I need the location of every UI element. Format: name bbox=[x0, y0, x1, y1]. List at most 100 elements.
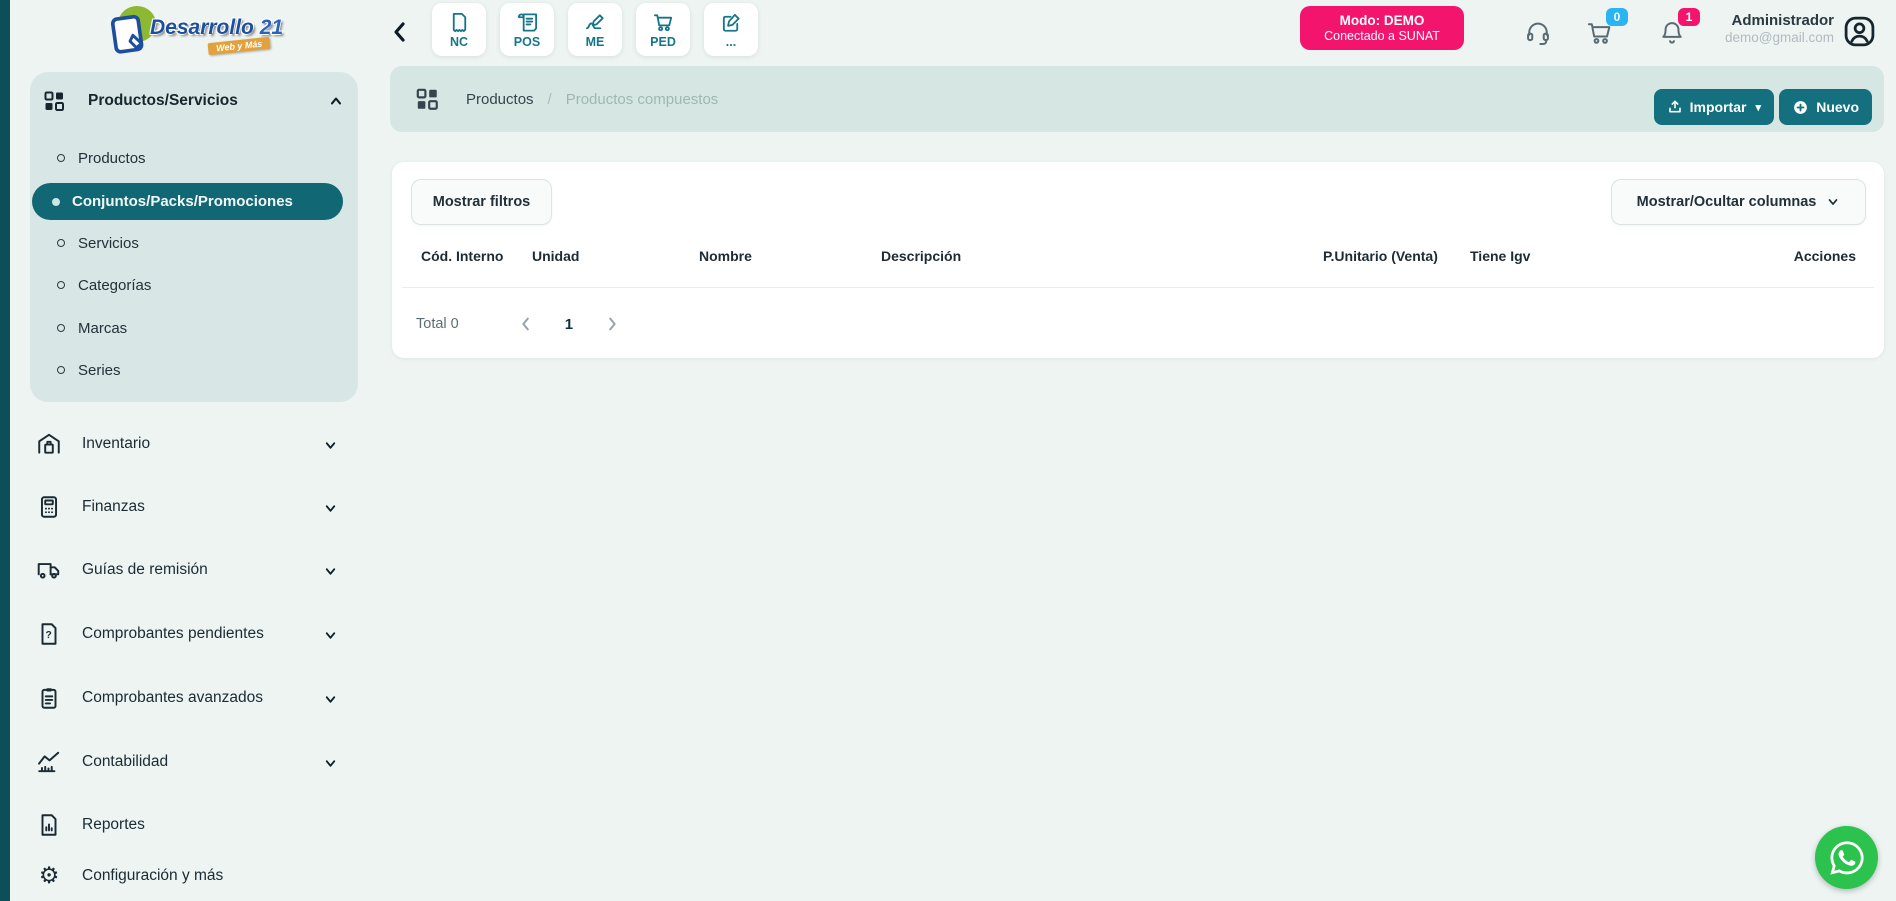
mode-badge-title: Modo: DEMO bbox=[1340, 13, 1425, 29]
chevron-down-icon[interactable] bbox=[323, 438, 338, 453]
sidebar-item-label: Comprobantes pendientes bbox=[82, 625, 264, 643]
app-logo[interactable]: Desarrollo 21 Web y Más bbox=[100, 4, 300, 60]
column-header-descripcion: Descripción bbox=[881, 248, 961, 264]
pagination: Total 0 1 bbox=[416, 308, 621, 340]
sidebar-item-servicios[interactable]: Servicios bbox=[44, 225, 344, 261]
avatar-icon[interactable] bbox=[1842, 14, 1877, 49]
sidebar-group-label: Productos/Servicios bbox=[88, 92, 238, 110]
notifications-button[interactable]: 1 bbox=[1658, 19, 1686, 47]
credit-note-icon bbox=[448, 11, 471, 34]
svg-text:?: ? bbox=[46, 630, 52, 641]
new-button-label: Nuevo bbox=[1816, 99, 1859, 115]
sidebar-item-reportes[interactable]: Reportes bbox=[26, 805, 356, 845]
column-header-cod-interno: Cód. Interno bbox=[421, 248, 503, 264]
quick-action-label: PED bbox=[650, 35, 676, 49]
quick-action-more[interactable]: ... bbox=[704, 3, 758, 56]
sidebar-item-label: Comprobantes avanzados bbox=[82, 689, 263, 707]
table-divider bbox=[402, 287, 1874, 288]
document-question-icon: ? bbox=[36, 621, 62, 647]
breadcrumb: Productos / Productos compuestos bbox=[414, 66, 718, 132]
import-button[interactable]: Importar ▾ bbox=[1654, 89, 1774, 125]
show-hide-columns-button[interactable]: Mostrar/Ocultar columnas bbox=[1611, 179, 1866, 225]
sidebar-item-conjuntos-packs-promociones[interactable]: Conjuntos/Packs/Promociones bbox=[32, 183, 343, 220]
chevron-up-icon[interactable] bbox=[328, 93, 344, 109]
logo-text-main: Desarrollo bbox=[150, 16, 254, 39]
sidebar-item-categorias[interactable]: Categorías bbox=[44, 267, 344, 303]
quick-action-nc[interactable]: NC bbox=[432, 3, 486, 56]
column-header-nombre: Nombre bbox=[699, 248, 752, 264]
sidebar-item-label: Inventario bbox=[82, 435, 150, 453]
whatsapp-icon bbox=[1828, 839, 1866, 877]
new-button[interactable]: Nuevo bbox=[1779, 89, 1872, 125]
column-header-punitario: P.Unitario (Venta) bbox=[1323, 248, 1438, 264]
sidebar-item-contabilidad[interactable]: Contabilidad bbox=[26, 742, 356, 782]
truck-icon bbox=[36, 557, 62, 583]
signature-icon bbox=[584, 11, 607, 34]
pagination-prev-icon[interactable] bbox=[517, 315, 535, 333]
sidebar-item-configuracion[interactable]: ⚙ Configuración y más bbox=[26, 856, 356, 896]
cart-button[interactable]: 0 bbox=[1586, 19, 1614, 47]
sidebar-item-label: Categorías bbox=[78, 277, 151, 294]
show-filters-button[interactable]: Mostrar filtros bbox=[411, 179, 552, 225]
bullet-icon bbox=[57, 154, 65, 162]
sidebar-item-label: Servicios bbox=[78, 235, 139, 252]
sidebar-item-marcas[interactable]: Marcas bbox=[44, 310, 344, 346]
sidebar-item-comprobantes-pendientes[interactable]: ? Comprobantes pendientes bbox=[26, 614, 356, 654]
sidebar-item-label: Reportes bbox=[82, 816, 145, 834]
breadcrumb-item-productos[interactable]: Productos bbox=[466, 91, 534, 108]
quick-action-label: POS bbox=[514, 35, 540, 49]
clipboard-icon bbox=[36, 685, 62, 711]
whatsapp-button[interactable] bbox=[1815, 826, 1878, 889]
quick-action-label: NC bbox=[450, 35, 468, 49]
sidebar-item-guias-de-remision[interactable]: Guías de remisión bbox=[26, 550, 356, 590]
bullet-icon bbox=[57, 366, 65, 374]
chart-icon bbox=[36, 749, 62, 775]
collapse-sidebar-icon[interactable] bbox=[390, 20, 410, 44]
gear-icon: ⚙ bbox=[36, 863, 62, 889]
quick-action-ped[interactable]: PED bbox=[636, 3, 690, 56]
breadcrumb-bar: Productos / Productos compuestos Importa… bbox=[390, 66, 1884, 132]
sidebar-item-comprobantes-avanzados[interactable]: Comprobantes avanzados bbox=[26, 678, 356, 718]
sidebar-item-inventario[interactable]: Inventario bbox=[26, 424, 356, 464]
bullet-icon bbox=[57, 239, 65, 247]
breadcrumb-item-productos-compuestos: Productos compuestos bbox=[566, 91, 719, 108]
chevron-down-icon[interactable] bbox=[323, 756, 338, 771]
sidebar-group-productos-servicios: Productos/Servicios Productos Conjuntos/… bbox=[30, 72, 358, 402]
sidebar-item-finanzas[interactable]: Finanzas bbox=[26, 487, 356, 527]
edit-icon bbox=[720, 11, 743, 34]
sidebar-accent-strip bbox=[0, 0, 10, 901]
content-card: Mostrar filtros Mostrar/Ocultar columnas… bbox=[392, 162, 1884, 358]
caret-down-icon: ▾ bbox=[1755, 101, 1761, 114]
chevron-down-icon[interactable] bbox=[323, 692, 338, 707]
sidebar-item-label: Guías de remisión bbox=[82, 561, 208, 579]
bullet-icon bbox=[52, 198, 60, 206]
user-email: demo@gmail.com bbox=[1700, 30, 1834, 45]
pagination-page-1[interactable]: 1 bbox=[565, 316, 573, 333]
quick-action-me[interactable]: ME bbox=[568, 3, 622, 56]
column-header-acciones: Acciones bbox=[1794, 248, 1856, 264]
bullet-icon bbox=[57, 324, 65, 332]
column-header-unidad: Unidad bbox=[532, 248, 579, 264]
user-menu[interactable]: Administrador demo@gmail.com bbox=[1700, 12, 1834, 45]
sidebar-item-label: Marcas bbox=[78, 320, 127, 337]
sidebar-item-productos[interactable]: Productos bbox=[44, 140, 344, 176]
sidebar-group-header[interactable]: Productos/Servicios bbox=[30, 84, 358, 118]
pagination-total: Total 0 bbox=[416, 316, 459, 332]
quick-action-pos[interactable]: POS bbox=[500, 3, 554, 56]
chevron-down-icon[interactable] bbox=[323, 628, 338, 643]
plus-circle-icon bbox=[1792, 99, 1809, 116]
sidebar-item-series[interactable]: Series bbox=[44, 352, 344, 388]
chevron-down-icon[interactable] bbox=[323, 501, 338, 516]
sidebar-item-label: Series bbox=[78, 362, 121, 379]
demo-mode-badge[interactable]: Modo: DEMO Conectado a SUNAT bbox=[1300, 6, 1464, 50]
report-icon bbox=[36, 812, 62, 838]
warehouse-icon bbox=[36, 431, 62, 457]
chevron-down-icon[interactable] bbox=[323, 564, 338, 579]
headset-icon[interactable] bbox=[1524, 19, 1552, 47]
show-hide-columns-label: Mostrar/Ocultar columnas bbox=[1637, 194, 1817, 210]
breadcrumb-separator: / bbox=[548, 91, 552, 108]
user-name: Administrador bbox=[1700, 12, 1834, 29]
column-header-tiene-igv: Tiene Igv bbox=[1470, 248, 1530, 264]
pagination-next-icon[interactable] bbox=[603, 315, 621, 333]
tablet-icon bbox=[103, 9, 155, 59]
